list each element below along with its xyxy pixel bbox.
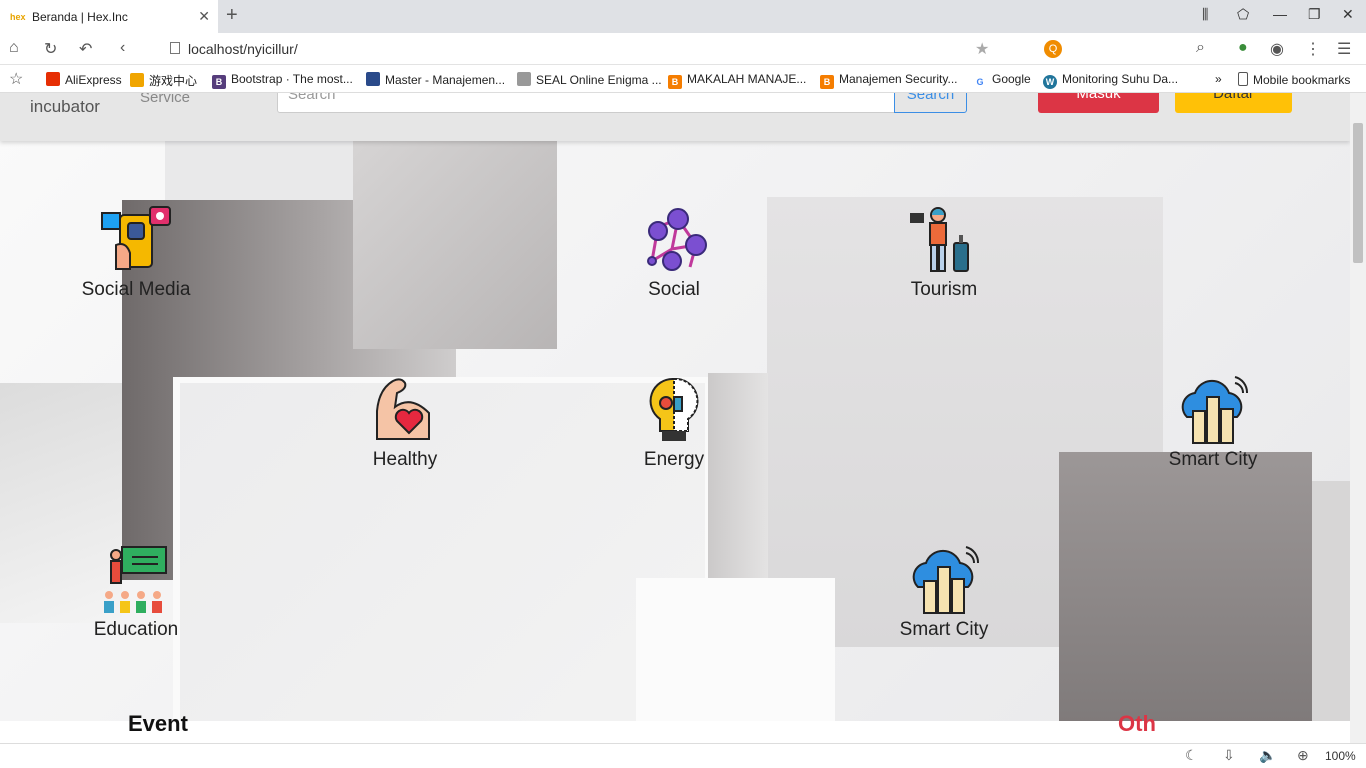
search-engine-icon[interactable]: Q <box>1044 40 1062 58</box>
tourism-icon <box>910 207 969 272</box>
bg-box-white <box>636 578 835 743</box>
next-section: Event Oth <box>0 711 1350 743</box>
search-button[interactable]: Search <box>894 93 967 113</box>
smart-city-icon <box>912 546 980 614</box>
social-network-icon <box>647 208 707 271</box>
category-education[interactable]: Education <box>61 545 211 641</box>
eye-icon[interactable]: ◉ <box>1270 39 1284 59</box>
page-icon <box>170 42 180 54</box>
more-bookmarks[interactable]: » <box>1215 72 1222 86</box>
smart-city-icon <box>1181 376 1249 444</box>
bookmark-manajemen[interactable]: B Manajemen Security... <box>820 72 958 89</box>
url-field[interactable]: localhost/nyicillur/ <box>188 41 298 57</box>
globe-icon[interactable]: ● <box>1238 39 1248 57</box>
energy-icon <box>649 377 699 441</box>
category-energy[interactable]: Energy <box>599 375 749 471</box>
volume-icon[interactable]: 🔈 <box>1259 747 1276 764</box>
close-icon[interactable]: ✕ <box>198 8 210 25</box>
scrollbar-thumb[interactable] <box>1353 123 1363 263</box>
tab-list-icon[interactable]: ⫼ <box>1202 6 1208 23</box>
new-tab-icon[interactable]: + <box>226 4 238 27</box>
category-social-media[interactable]: Social Media <box>61 205 211 301</box>
zoom-level[interactable]: 100% <box>1325 749 1356 763</box>
zoom-icon[interactable]: ⊕ <box>1297 747 1309 764</box>
category-social[interactable]: Social <box>599 205 749 301</box>
nav-service[interactable]: Service <box>140 93 190 106</box>
bg-box <box>1312 481 1350 743</box>
category-smart-city[interactable]: Smart City <box>1138 375 1288 471</box>
bookmarks-bar: ☆ AliExpress 游戏中心 B Bootstrap · The most.… <box>0 65 1366 93</box>
register-button[interactable]: Daftar <box>1175 93 1292 113</box>
social-media-icon <box>101 206 171 270</box>
category-label: Energy <box>643 449 705 470</box>
star-icon[interactable]: ★ <box>975 39 989 59</box>
category-label: Smart City <box>899 619 989 640</box>
bookmark-bootstrap[interactable]: B Bootstrap · The most... <box>212 72 353 89</box>
home-icon[interactable]: ⌂ <box>9 39 19 57</box>
menu-icon[interactable]: ☰ <box>1337 39 1351 59</box>
tab-title: Beranda | Hex.Inc <box>32 9 128 24</box>
section-heading-left: Event <box>128 711 188 736</box>
category-label: Smart City <box>1168 449 1258 470</box>
category-smart-city[interactable]: Smart City <box>869 545 1019 641</box>
education-icon <box>104 546 167 613</box>
extension-icon[interactable]: ⬠ <box>1237 6 1249 23</box>
tab-strip: hex Beranda | Hex.Inc ✕ + ⫼ ⬠ — ❐ ✕ <box>0 0 1366 33</box>
site-header: incubator Service Search Search Masuk Da… <box>0 93 1350 141</box>
page-viewport: incubator Service Search Search Masuk Da… <box>0 93 1350 743</box>
bookmark-monitoring[interactable]: W Monitoring Suhu Da... <box>1043 72 1178 89</box>
category-tourism[interactable]: Tourism <box>869 205 1019 301</box>
logo-subtitle: incubator <box>30 97 100 116</box>
bookmark-aliexpress[interactable]: AliExpress <box>46 72 122 87</box>
mobile-bookmarks[interactable]: Mobile bookmarks <box>1238 72 1350 87</box>
bookmark-star-icon[interactable]: ☆ <box>9 69 23 89</box>
category-label: Social <box>648 279 700 300</box>
category-label: Tourism <box>910 279 978 300</box>
category-healthy[interactable]: Healthy <box>330 375 480 471</box>
more-icon[interactable]: ⋮ <box>1305 39 1321 59</box>
address-bar: ⌂ ↻ ↶ ‹ localhost/nyicillur/ ★ Q ⌕ ● ◉ ⋮… <box>0 33 1366 65</box>
minimize-icon[interactable]: — <box>1273 6 1287 22</box>
status-bar: ☾ ⇩ 🔈 ⊕ 100% <box>0 743 1366 768</box>
search-input[interactable]: Search <box>277 93 895 113</box>
undo-icon[interactable]: ↶ <box>79 39 92 59</box>
healthy-icon <box>376 378 430 440</box>
bookmark-master[interactable]: Master - Manajemen... <box>366 72 505 87</box>
scrollbar[interactable] <box>1350 93 1366 743</box>
bookmark-games[interactable]: 游戏中心 <box>130 72 197 89</box>
window-close-icon[interactable]: ✕ <box>1342 6 1354 23</box>
reload-icon[interactable]: ↻ <box>44 39 57 59</box>
login-button[interactable]: Masuk <box>1038 93 1159 113</box>
download-icon[interactable]: ⇩ <box>1223 747 1235 764</box>
category-label: Healthy <box>372 449 438 470</box>
category-label: Social Media <box>81 279 191 300</box>
category-label: Education <box>93 619 179 640</box>
bg-box-dark <box>1059 452 1312 743</box>
tab-beranda[interactable]: hex Beranda | Hex.Inc ✕ <box>0 0 218 33</box>
bg-box <box>353 141 557 349</box>
night-mode-icon[interactable]: ☾ <box>1185 747 1198 764</box>
bookmark-makalah[interactable]: B MAKALAH MANAJE... <box>668 72 806 89</box>
section-heading-right: Oth <box>1118 711 1156 736</box>
bookmark-google[interactable]: G Google <box>973 72 1030 89</box>
back-icon[interactable]: ‹ <box>120 39 125 57</box>
search-icon[interactable]: ⌕ <box>1196 39 1205 57</box>
maximize-icon[interactable]: ❐ <box>1308 6 1321 23</box>
bookmark-seal[interactable]: SEAL Online Enigma ... <box>517 72 662 87</box>
hex-favicon-icon: hex <box>10 11 26 22</box>
